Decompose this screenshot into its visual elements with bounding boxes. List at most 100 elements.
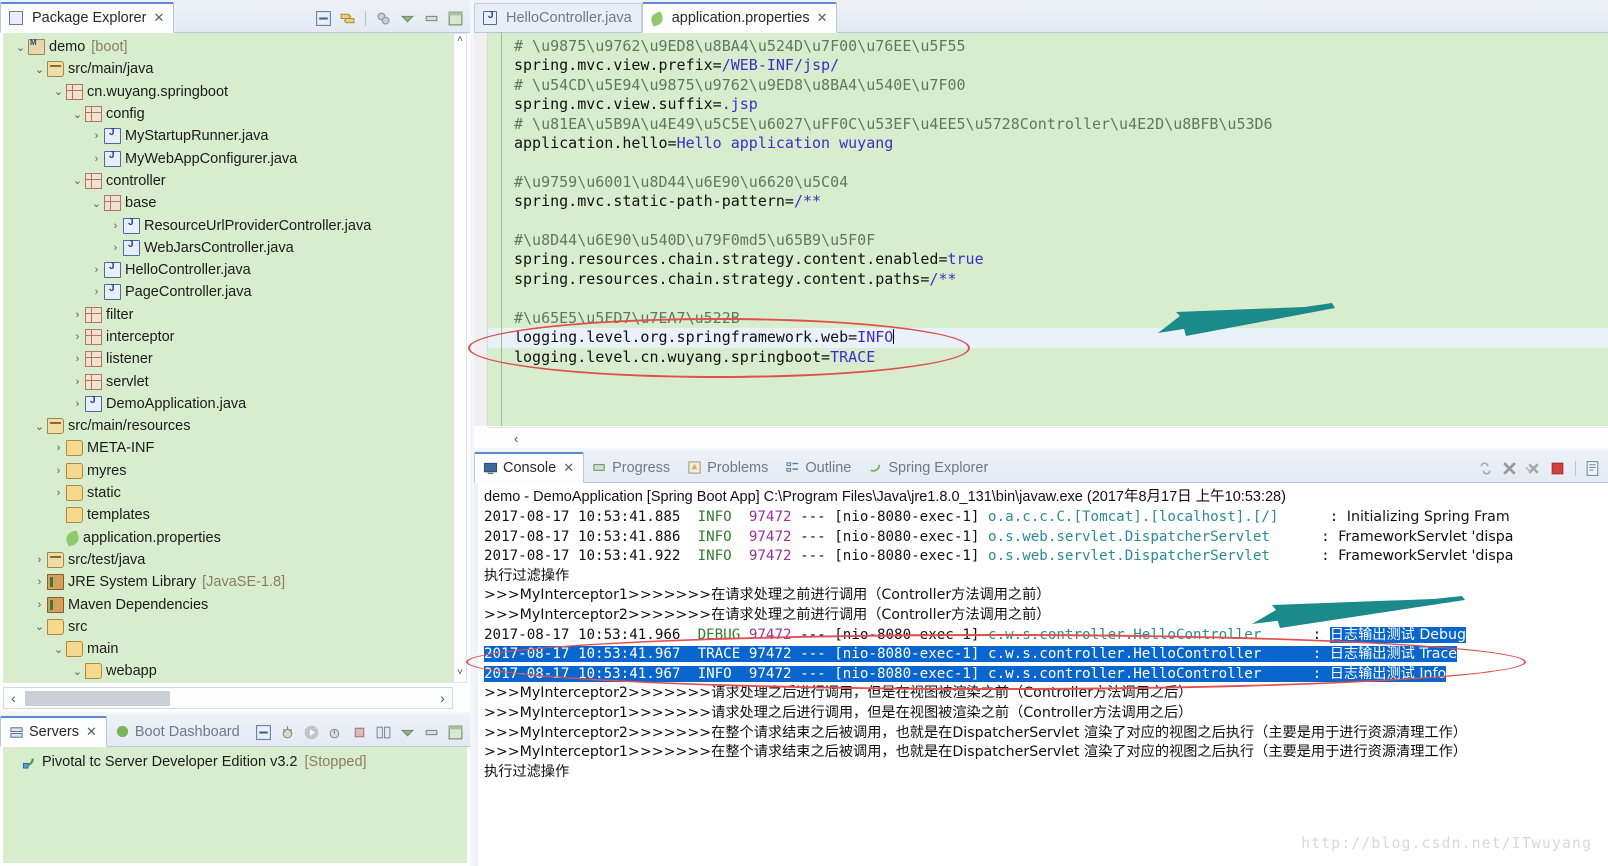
focus-on-active-task-icon[interactable] bbox=[375, 10, 392, 27]
tree-item[interactable]: · templates bbox=[3, 504, 453, 526]
start-icon[interactable] bbox=[303, 724, 320, 741]
view-menu-icon[interactable] bbox=[399, 10, 416, 27]
tab-boot-dashboard[interactable]: Boot Dashboard bbox=[107, 717, 249, 746]
console-line[interactable]: 2017-08-17 10:53:41.922 INFO 97472 --- [… bbox=[478, 547, 1608, 567]
editor-line[interactable]: #\u9759\u6001\u8D44\u6E90\u6620\u5C04 bbox=[514, 173, 1608, 192]
terminate-icon[interactable] bbox=[1549, 460, 1566, 477]
expand-arrow-closed-icon[interactable]: › bbox=[70, 331, 85, 343]
close-icon[interactable]: ✕ bbox=[817, 10, 828, 26]
tab-application-properties[interactable]: application.properties ✕ bbox=[641, 2, 838, 33]
expand-arrow-closed-icon[interactable]: › bbox=[32, 599, 47, 611]
editor-line[interactable]: spring.resources.chain.strategy.content.… bbox=[514, 270, 1608, 289]
editor-line[interactable]: #\u8D44\u6E90\u540D\u79F0md5\u65B9\u5F0F bbox=[514, 231, 1608, 250]
tree-item[interactable]: ⌄ controller bbox=[3, 170, 453, 192]
scroll-lock-icon[interactable] bbox=[1477, 460, 1494, 477]
console-log-lines[interactable]: 2017-08-17 10:53:41.885 INFO 97472 --- [… bbox=[478, 508, 1608, 782]
collapse-all-icon[interactable] bbox=[315, 10, 332, 27]
scroll-left-icon[interactable]: ‹ bbox=[488, 431, 518, 446]
tree-item[interactable]: › Maven Dependencies bbox=[3, 593, 453, 615]
editor-line[interactable]: spring.resources.chain.strategy.content.… bbox=[514, 250, 1608, 269]
console-line[interactable]: >>>MyInterceptor1>>>>>>>请求处理之后进行调用，但是在视图… bbox=[478, 704, 1608, 724]
editor-line[interactable] bbox=[514, 153, 1608, 172]
tab-problems[interactable]: Problems bbox=[679, 453, 777, 482]
tree-item[interactable]: › MyWebAppConfigurer.java bbox=[3, 147, 453, 169]
minimize-icon[interactable] bbox=[423, 10, 440, 27]
console-output[interactable]: demo - DemoApplication [Spring Boot App]… bbox=[478, 483, 1608, 866]
scroll-up-icon[interactable]: ˄ bbox=[454, 34, 466, 49]
close-icon[interactable]: ✕ bbox=[86, 724, 97, 740]
expand-arrow-closed-icon[interactable]: › bbox=[108, 242, 123, 254]
tab-servers[interactable]: Servers ✕ bbox=[0, 716, 107, 747]
server-row[interactable]: Pivotal tc Server Developer Edition v3.2… bbox=[3, 751, 467, 773]
tree-item[interactable]: › DemoApplication.java bbox=[3, 393, 453, 415]
console-line[interactable]: 2017-08-17 10:53:41.967 INFO 97472 --- [… bbox=[478, 665, 1608, 685]
expand-arrow-open-icon[interactable]: ⌄ bbox=[51, 85, 66, 98]
remove-all-terminated-icon[interactable] bbox=[1525, 460, 1542, 477]
tree-item[interactable]: › HelloController.java bbox=[3, 259, 453, 281]
stop-icon[interactable] bbox=[351, 724, 368, 741]
tree-item[interactable]: › interceptor bbox=[3, 326, 453, 348]
editor-hscrollbar[interactable]: ‹ bbox=[488, 427, 1608, 448]
expand-arrow-closed-icon[interactable]: › bbox=[51, 465, 66, 477]
editor-line[interactable]: logging.level.org.springframework.web=IN… bbox=[488, 328, 1608, 348]
editor-line[interactable] bbox=[514, 212, 1608, 231]
expand-arrow-open-icon[interactable]: ⌄ bbox=[70, 108, 85, 121]
expand-arrow-open-icon[interactable]: ⌄ bbox=[32, 620, 47, 633]
expand-arrow-open-icon[interactable]: ⌄ bbox=[89, 197, 104, 210]
tree-item[interactable]: › src/test/java bbox=[3, 549, 453, 571]
editor-line[interactable] bbox=[514, 289, 1608, 308]
expand-arrow-closed-icon[interactable]: › bbox=[70, 353, 85, 365]
package-explorer-hscrollbar[interactable]: ‹ › bbox=[3, 687, 453, 709]
tree-item[interactable]: › ResourceUrlProviderController.java bbox=[3, 214, 453, 236]
scroll-down-icon[interactable]: ˅ bbox=[454, 667, 466, 682]
expand-arrow-open-icon[interactable]: ⌄ bbox=[51, 643, 66, 656]
tree-item[interactable]: › listener bbox=[3, 348, 453, 370]
vscroll-track[interactable] bbox=[454, 49, 466, 667]
expand-arrow-closed-icon[interactable]: › bbox=[70, 398, 85, 410]
package-explorer-vscrollbar[interactable]: ˄ ˅ bbox=[453, 33, 467, 683]
editor-line[interactable]: spring.mvc.static-path-pattern=/** bbox=[514, 192, 1608, 211]
view-menu-icon[interactable] bbox=[399, 724, 416, 741]
tree-item[interactable]: ⌄ cn.wuyang.springboot bbox=[3, 81, 453, 103]
tree-item[interactable]: › PageController.java bbox=[3, 281, 453, 303]
tree-item[interactable]: ⌄ demo [boot] bbox=[3, 36, 453, 58]
expand-arrow-closed-icon[interactable]: › bbox=[89, 130, 104, 142]
tab-progress[interactable]: Progress bbox=[584, 453, 679, 482]
console-line[interactable]: 2017-08-17 10:53:41.967 TRACE 97472 --- … bbox=[478, 645, 1608, 665]
expand-arrow-open-icon[interactable]: ⌄ bbox=[32, 420, 47, 433]
expand-arrow-closed-icon[interactable]: › bbox=[70, 309, 85, 321]
maximize-icon[interactable] bbox=[447, 10, 464, 27]
editor-line[interactable]: # \u9875\u9762\u9ED8\u8BA4\u524D\u7F00\u… bbox=[514, 37, 1608, 56]
console-line[interactable]: 2017-08-17 10:53:41.886 INFO 97472 --- [… bbox=[478, 528, 1608, 548]
expand-arrow-closed-icon[interactable]: › bbox=[70, 376, 85, 388]
tree-item[interactable]: › static bbox=[3, 482, 453, 504]
tree-item[interactable]: ⌄ src/main/java bbox=[3, 58, 453, 80]
tree-item[interactable]: ⌄ config bbox=[3, 103, 453, 125]
tab-spring-explorer[interactable]: Spring Explorer bbox=[860, 453, 997, 482]
project-tree[interactable]: ⌄demo[boot]⌄src/main/java⌄cn.wuyang.spri… bbox=[3, 33, 453, 683]
expand-arrow-closed-icon[interactable]: › bbox=[51, 487, 66, 499]
editor-line[interactable]: # \u54CD\u5E94\u9875\u9762\u9ED8\u8BA4\u… bbox=[514, 76, 1608, 95]
console-line[interactable]: 执行过滤操作 bbox=[478, 567, 1608, 587]
tree-item[interactable]: · application.properties bbox=[3, 527, 453, 549]
expand-arrow-closed-icon[interactable]: › bbox=[32, 554, 47, 566]
scroll-right-icon[interactable]: › bbox=[433, 690, 452, 706]
collapse-all-icon[interactable] bbox=[255, 724, 272, 741]
open-console-icon[interactable] bbox=[1585, 460, 1602, 477]
tree-item[interactable]: › JRE System Library [JavaSE-1.8] bbox=[3, 571, 453, 593]
expand-arrow-closed-icon[interactable]: › bbox=[51, 442, 66, 454]
console-line[interactable]: 2017-08-17 10:53:41.885 INFO 97472 --- [… bbox=[478, 508, 1608, 528]
tree-item[interactable]: › WebJarsController.java bbox=[3, 237, 453, 259]
profile-icon[interactable] bbox=[327, 724, 344, 741]
expand-arrow-open-icon[interactable]: ⌄ bbox=[32, 63, 47, 76]
editor-line[interactable]: #\u65E5\u5FD7\u7EA7\u522B bbox=[514, 309, 1608, 328]
console-line[interactable]: 2017-08-17 10:53:41.966 DEBUG 97472 --- … bbox=[478, 626, 1608, 646]
tree-item[interactable]: ⌄ src bbox=[3, 616, 453, 638]
clear-console-icon[interactable] bbox=[1501, 460, 1518, 477]
editor-line[interactable]: spring.mvc.view.prefix=/WEB-INF/jsp/ bbox=[514, 56, 1608, 75]
console-line[interactable]: 执行过滤操作 bbox=[478, 763, 1608, 783]
tab-outline[interactable]: Outline bbox=[777, 453, 860, 482]
console-line[interactable]: >>>MyInterceptor2>>>>>>>在请求处理之前进行调用（Cont… bbox=[478, 606, 1608, 626]
console-line[interactable]: >>>MyInterceptor2>>>>>>>在整个请求结束之后被调用，也就是… bbox=[478, 724, 1608, 744]
editor-line[interactable]: logging.level.cn.wuyang.springboot=TRACE bbox=[514, 348, 1608, 367]
